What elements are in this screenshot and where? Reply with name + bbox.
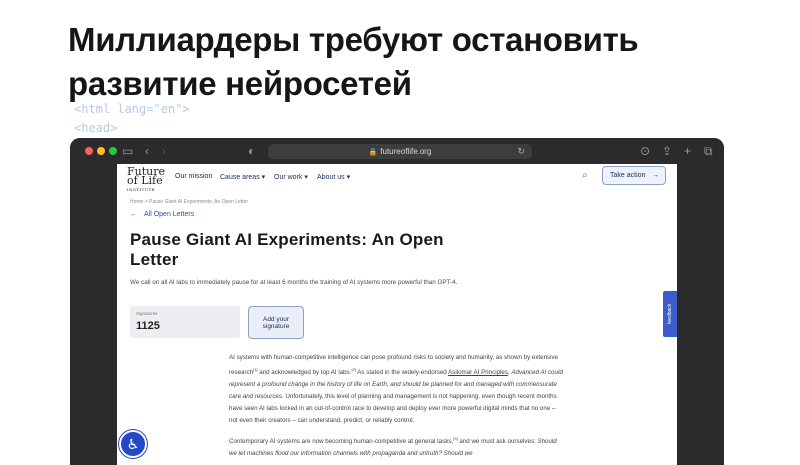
lead-text: We call on all AI labs to immediately pa… <box>130 279 458 286</box>
add-signature-button[interactable]: Add your signature <box>248 306 304 339</box>
search-icon[interactable]: ⌕ <box>582 170 588 181</box>
browser-window: ▭ ‹ › ◐ 🔒 futureoflife.org ↻ ⊙ ⇪ + ⧉ Futu… <box>70 138 724 465</box>
code-decoration-line1: <html lang="en"> <box>74 102 190 116</box>
take-action-label: Take action <box>610 172 646 179</box>
back-link-label: All Open Letters <box>144 211 195 218</box>
slide-title: Миллиардеры требуют остановить развитие … <box>68 18 639 106</box>
feedback-label: feedback <box>667 303 673 325</box>
web-page: Future of Life INSTITUTE Our mission Cau… <box>117 164 677 465</box>
accessibility-icon: ♿ <box>126 436 140 452</box>
back-icon[interactable]: ‹ <box>145 144 149 158</box>
slide-title-line2: развитие нейросетей <box>68 65 412 102</box>
paragraph-1: AI systems with human-competitive intell… <box>229 352 563 427</box>
feedback-tab[interactable]: feedback <box>663 291 677 337</box>
asilomar-link[interactable]: Asilomar AI Principles <box>448 369 508 376</box>
close-window-button[interactable] <box>85 147 93 155</box>
signature-count: 1125 <box>136 320 160 332</box>
browser-toolbar: ▭ ‹ › ◐ 🔒 futureoflife.org ↻ ⊙ ⇪ + ⧉ <box>70 138 724 164</box>
nav-cause-areas[interactable]: Cause areas ▾ <box>220 173 265 181</box>
paragraph-2: Contemporary AI systems are now becoming… <box>229 433 563 460</box>
arrow-right-icon: → <box>652 172 659 179</box>
address-bar[interactable]: 🔒 futureoflife.org ↻ <box>268 144 532 159</box>
url-text: futureoflife.org <box>380 147 432 156</box>
p2-text-b: and we must ask ourselves: <box>457 438 538 446</box>
page-title: Pause Giant AI Experiments: An Open Lett… <box>130 230 444 269</box>
logo-line2: of Life <box>127 174 163 187</box>
breadcrumb[interactable]: Home > Pause Giant AI Experiments: An Op… <box>130 199 248 205</box>
nav-our-work[interactable]: Our work ▾ <box>274 173 308 181</box>
signature-counter: Signatures 1125 <box>130 306 240 338</box>
download-icon[interactable]: ⊙ <box>640 144 650 158</box>
p1-text-b: and acknowledged by top AI labs. <box>257 369 352 377</box>
arrow-left-icon: ← <box>130 211 137 218</box>
back-to-letters-link[interactable]: ← All Open Letters <box>130 211 194 218</box>
p2-text-a: Contemporary AI systems are now becoming… <box>229 438 454 446</box>
take-action-button[interactable]: Take action → <box>602 166 666 185</box>
letter-body: AI systems with human-competitive intell… <box>229 352 563 465</box>
tabs-icon[interactable]: ⧉ <box>704 144 713 158</box>
accessibility-button[interactable]: ♿ <box>119 430 147 458</box>
shield-icon[interactable]: ◐ <box>248 144 255 158</box>
minimize-window-button[interactable] <box>97 147 105 155</box>
slide-title-line1: Миллиардеры требуют остановить <box>68 21 639 58</box>
forward-icon[interactable]: › <box>162 144 166 158</box>
p1-text-c: As stated in the widely-endorsed <box>355 369 449 377</box>
reload-icon[interactable]: ↻ <box>517 144 525 159</box>
sidebar-icon[interactable]: ▭ <box>122 144 133 158</box>
signature-counter-label: Signatures <box>136 311 158 316</box>
new-tab-icon[interactable]: + <box>684 144 691 158</box>
site-logo[interactable]: Future of Life INSTITUTE <box>127 166 167 192</box>
maximize-window-button[interactable] <box>109 147 117 155</box>
lock-icon: 🔒 <box>368 149 378 156</box>
nav-about-us[interactable]: About us ▾ <box>317 173 350 181</box>
code-decoration-line2: <head> <box>74 121 118 135</box>
nav-our-mission[interactable]: Our mission <box>175 173 212 180</box>
share-icon[interactable]: ⇪ <box>662 144 672 158</box>
